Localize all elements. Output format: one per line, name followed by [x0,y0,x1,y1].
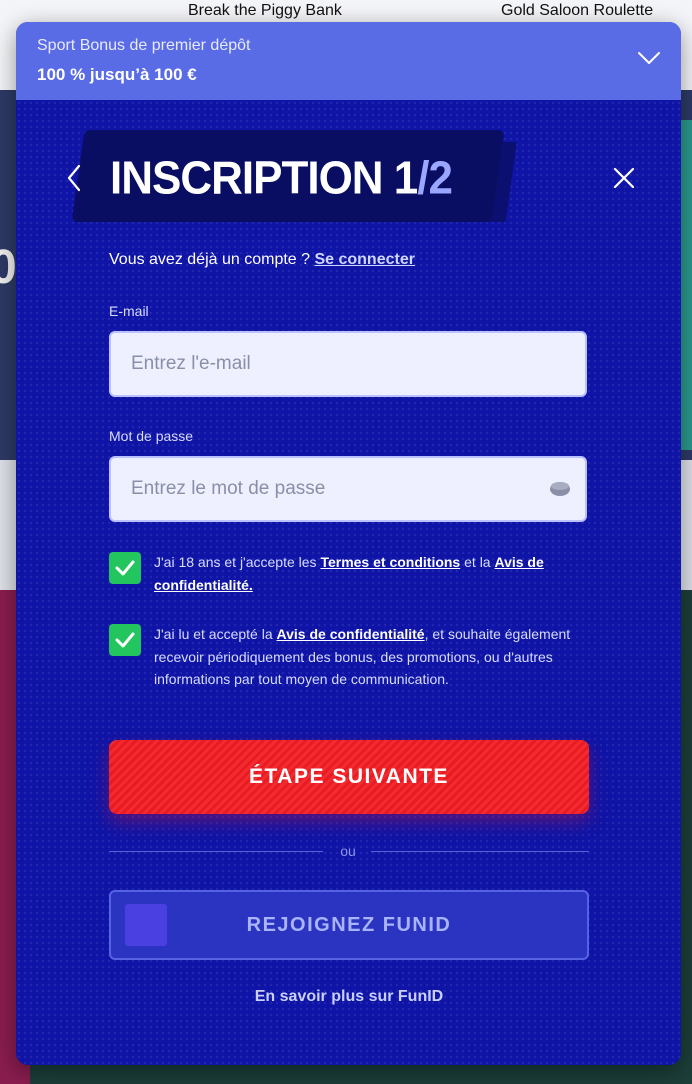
background-banner-text: 0 [0,241,17,294]
registration-modal: Sport Bonus de premier dépôt 100 % jusqu… [16,22,681,1065]
login-prompt: Vous avez déjà un compte ? Se connecter [109,251,415,269]
game-caption: Break the Piggy Bank [188,2,342,19]
bonus-amount: 100 % jusqu’à 100 € [37,65,197,84]
email-input[interactable] [109,331,587,397]
age-terms-text: J'ai 18 ans et j'accepte les Termes et c… [154,551,584,596]
checkmark-icon [115,632,135,648]
join-funid-button[interactable]: REJOIGNEZ FUNID [109,890,589,960]
age-terms-checkbox[interactable] [109,552,141,584]
back-arrow-icon[interactable] [64,162,84,194]
password-label: Mot de passe [109,428,194,444]
password-input[interactable] [109,456,587,522]
terms-link[interactable]: Termes et conditions [320,554,460,570]
consent-text: et la [460,554,495,570]
title-step: INSCRIPTION 1 [110,152,418,205]
divider [371,851,589,852]
title-step-total: /2 [417,152,453,205]
close-icon[interactable] [612,166,636,190]
game-caption: Gold Saloon Roulette [501,2,654,19]
bonus-subtitle: Sport Bonus de premier dépôt [37,37,251,54]
funid-learn-more-link[interactable]: En savoir plus sur FunID [109,988,589,1006]
email-label: E-mail [109,303,149,319]
join-funid-label: REJOIGNEZ FUNID [246,914,452,936]
show-password-icon[interactable] [549,481,571,497]
page-title: INSCRIPTION 1/2 [110,152,453,206]
consent-text: J'ai lu et accepté la [154,626,277,642]
or-separator: ou [340,843,356,859]
next-step-button[interactable]: ÉTAPE SUIVANTE [109,740,589,814]
consent-text: J'ai 18 ans et j'accepte les [154,554,321,570]
bonus-selector[interactable]: Sport Bonus de premier dépôt 100 % jusqu… [16,22,681,100]
marketing-checkbox[interactable] [109,624,141,656]
login-link[interactable]: Se connecter [314,251,414,268]
divider [109,851,323,852]
marketing-text: J'ai lu et accepté la Avis de confidenti… [154,623,584,691]
checkmark-icon [115,560,135,576]
login-prompt-text: Vous avez déjà un compte ? [109,251,315,268]
privacy-link[interactable]: Avis de confidentialité [277,626,425,642]
chevron-down-icon[interactable] [637,50,661,66]
